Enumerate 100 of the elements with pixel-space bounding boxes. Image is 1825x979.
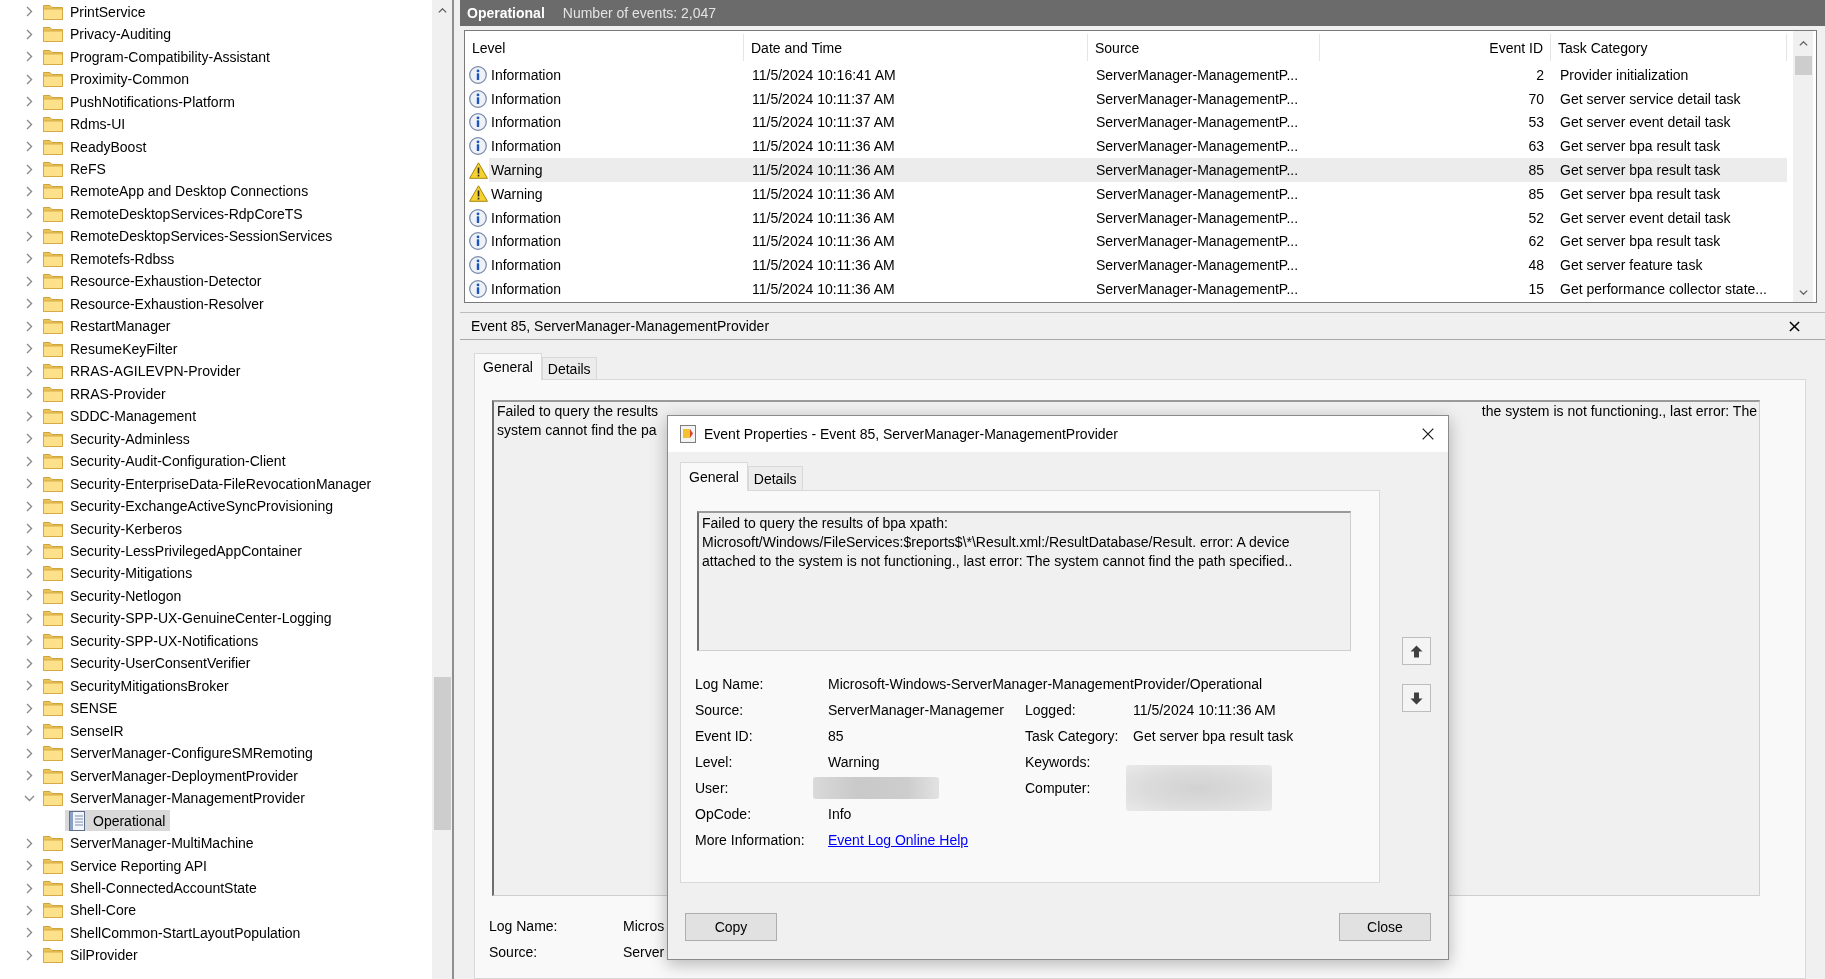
chevron-right-icon[interactable] xyxy=(26,612,33,624)
chevron-right-icon[interactable] xyxy=(26,433,33,445)
chevron-right-icon[interactable] xyxy=(26,860,33,872)
column-header[interactable]: Source xyxy=(1088,34,1320,61)
tree-item[interactable]: Security-Audit-Configuration-Client xyxy=(41,450,291,472)
tree-item[interactable]: Security-SPP-UX-GenuineCenter-Logging xyxy=(41,607,337,629)
chevron-right-icon[interactable] xyxy=(26,343,33,355)
chevron-right-icon[interactable] xyxy=(26,635,33,647)
column-header[interactable]: Date and Time xyxy=(744,34,1088,61)
tree-item[interactable]: SenseIR xyxy=(41,720,129,742)
tree-item[interactable]: ServerManager-ManagementProvider xyxy=(41,787,310,809)
column-header[interactable]: Task Category xyxy=(1551,34,1787,61)
event-row[interactable]: Information 11/5/2024 10:11:36 AM ServerManager-ManagementP... 63 Get server bpa result task xyxy=(465,134,1787,159)
chevron-right-icon[interactable] xyxy=(26,28,33,40)
tree-item[interactable]: ResumeKeyFilter xyxy=(41,338,183,360)
up-button[interactable] xyxy=(1402,637,1431,665)
chevron-right-icon[interactable] xyxy=(26,73,33,85)
tree-item[interactable]: PushNotifications-Platform xyxy=(41,91,240,113)
tree-item[interactable]: Security-EnterpriseData-FileRevocationManager xyxy=(41,473,377,495)
chevron-right-icon[interactable] xyxy=(26,230,33,242)
chevron-right-icon[interactable] xyxy=(26,545,33,557)
tree-item[interactable]: ServerManager-ConfigureSMRemoting xyxy=(41,742,318,764)
tree-item[interactable]: Rdms-UI xyxy=(41,113,131,135)
scroll-thumb[interactable] xyxy=(433,677,451,830)
chevron-right-icon[interactable] xyxy=(26,141,33,153)
tree-item[interactable]: RestartManager xyxy=(41,315,176,337)
chevron-right-icon[interactable] xyxy=(26,882,33,894)
chevron-right-icon[interactable] xyxy=(26,949,33,961)
scrollbar[interactable] xyxy=(432,0,452,979)
scrollbar[interactable] xyxy=(1793,31,1813,302)
chevron-up-icon[interactable] xyxy=(1798,41,1808,46)
chevron-down-icon[interactable] xyxy=(1798,290,1808,295)
scroll-thumb[interactable] xyxy=(1794,56,1812,75)
chevron-right-icon[interactable] xyxy=(26,927,33,939)
chevron-right-icon[interactable] xyxy=(26,320,33,332)
tree-item[interactable]: Proximity-Common xyxy=(41,68,194,90)
tree-item[interactable]: RemoteApp and Desktop Connections xyxy=(41,181,314,202)
tree-item[interactable]: Privacy-Auditing xyxy=(41,23,177,45)
chevron-right-icon[interactable] xyxy=(26,163,33,175)
tree-item[interactable]: Resource-Exhaustion-Detector xyxy=(41,270,267,292)
chevron-right-icon[interactable] xyxy=(26,208,33,220)
chevron-right-icon[interactable] xyxy=(26,275,33,287)
help-link[interactable]: Event Log Online Help xyxy=(828,832,969,848)
chevron-right-icon[interactable] xyxy=(26,680,33,692)
tree-item[interactable]: Security-SPP-UX-Notifications xyxy=(41,630,264,652)
chevron-right-icon[interactable] xyxy=(26,905,33,916)
tree-item[interactable]: Security-Adminless xyxy=(41,428,195,450)
chevron-right-icon[interactable] xyxy=(26,567,33,579)
event-row[interactable]: Information 11/5/2024 10:11:36 AM ServerManager-ManagementP... 15 Get performance collector state... xyxy=(465,277,1787,301)
dialog-button[interactable]: Close xyxy=(1339,913,1431,941)
chevron-right-icon[interactable] xyxy=(26,747,33,759)
tree-item[interactable]: ReadyBoost xyxy=(41,136,152,158)
chevron-right-icon[interactable] xyxy=(26,455,33,467)
tree-item[interactable]: RRAS-AGILEVPN-Provider xyxy=(41,360,246,382)
chevron-right-icon[interactable] xyxy=(26,186,33,197)
chevron-right-icon[interactable] xyxy=(26,6,33,18)
chevron-right-icon[interactable] xyxy=(26,702,33,714)
tree-item[interactable]: SENSE xyxy=(41,697,123,719)
event-row[interactable]: Information 11/5/2024 10:11:36 AM ServerManager-ManagementP... 52 Get server event detail task xyxy=(465,205,1787,230)
chevron-right-icon[interactable] xyxy=(26,590,33,602)
tab[interactable]: General xyxy=(474,353,542,380)
close-button[interactable] xyxy=(1789,320,1800,332)
chevron-right-icon[interactable] xyxy=(26,837,33,849)
chevron-right-icon[interactable] xyxy=(26,388,33,400)
chevron-right-icon[interactable] xyxy=(26,96,33,108)
tree-item[interactable]: ReFS xyxy=(41,158,111,180)
tree-item[interactable]: ServerManager-DeploymentProvider xyxy=(41,765,303,787)
chevron-right-icon[interactable] xyxy=(26,51,33,63)
tree-item[interactable]: Security-ExchangeActiveSyncProvisioning xyxy=(41,495,338,517)
tree-item[interactable]: Security-Kerberos xyxy=(41,518,188,539)
tree-item[interactable]: Security-Netlogon xyxy=(41,585,187,607)
tree-item[interactable]: Security-Mitigations xyxy=(41,562,198,584)
chevron-right-icon[interactable] xyxy=(26,725,33,737)
chevron-right-icon[interactable] xyxy=(26,478,33,490)
chevron-right-icon[interactable] xyxy=(26,298,33,310)
down-button[interactable] xyxy=(1402,684,1431,712)
chevron-right-icon[interactable] xyxy=(26,500,33,512)
event-row[interactable]: Information 11/5/2024 10:11:37 AM ServerManager-ManagementP... 53 Get server event detail task xyxy=(465,110,1787,135)
chevron-right-icon[interactable] xyxy=(26,770,33,782)
chevron-up-icon[interactable] xyxy=(437,8,447,13)
chevron-right-icon[interactable] xyxy=(26,118,33,130)
tree-item[interactable]: Security-UserConsentVerifier xyxy=(41,652,256,674)
chevron-right-icon[interactable] xyxy=(26,365,33,377)
tree-item[interactable]: Remotefs-Rdbss xyxy=(41,248,180,270)
event-row[interactable]: Information 11/5/2024 10:11:36 AM ServerManager-ManagementP... 48 Get server feature task xyxy=(465,253,1787,278)
event-row[interactable]: Warning 11/5/2024 10:11:36 AM ServerManager-ManagementP... 85 Get server bpa result task xyxy=(465,182,1787,206)
tree-item[interactable]: RRAS-Provider xyxy=(41,383,171,405)
tree-item[interactable]: SilProvider xyxy=(41,944,143,966)
tree-item[interactable]: Shell-ConnectedAccountState xyxy=(41,877,262,899)
close-button[interactable] xyxy=(1422,428,1434,440)
tree-item[interactable]: Resource-Exhaustion-Resolver xyxy=(41,293,269,315)
chevron-right-icon[interactable] xyxy=(26,523,33,534)
column-header[interactable]: Event ID xyxy=(1320,34,1551,61)
event-row[interactable]: Information 11/5/2024 10:11:36 AM ServerManager-ManagementP... 62 Get server bpa result task xyxy=(465,229,1787,254)
tree-item[interactable]: RemoteDesktopServices-RdpCoreTS xyxy=(41,203,308,225)
chevron-right-icon[interactable] xyxy=(26,410,33,422)
tree-item[interactable]: Program-Compatibility-Assistant xyxy=(41,46,275,68)
tree-item[interactable]: Operational xyxy=(65,810,171,832)
tree-item[interactable]: Shell-Core xyxy=(41,900,142,921)
tree-item[interactable]: ServerManager-MultiMachine xyxy=(41,832,259,854)
